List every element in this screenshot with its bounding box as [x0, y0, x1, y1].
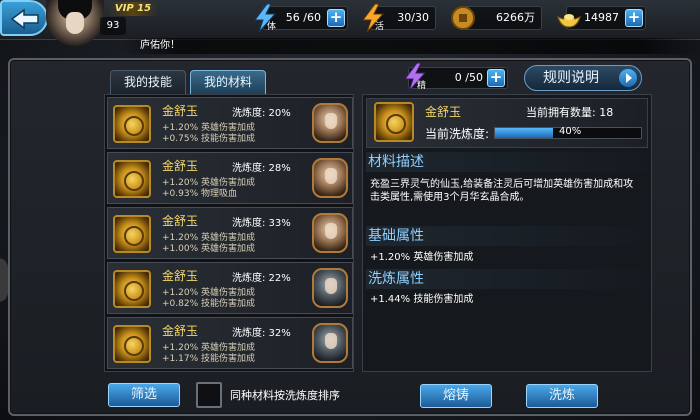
item-refine: 洗炼度: 33%	[232, 218, 291, 229]
item-refine: 洗炼度: 28%	[232, 163, 291, 174]
hero-portrait-icon	[312, 323, 348, 363]
list-item[interactable]: 金舒玉 洗炼度: 32% +1.20% 英雄伤害加成 +1.17% 技能伤害加成	[107, 317, 353, 369]
desc-section-title: 材料描述	[366, 152, 648, 172]
wash-button[interactable]: 洗炼	[526, 384, 598, 408]
item-refine: 洗炼度: 22%	[232, 273, 291, 284]
tab-my-skills[interactable]: 我的技能	[110, 70, 186, 94]
list-item[interactable]: 金舒玉 洗炼度: 20% +1.20% 英雄伤害加成 +0.75% 技能伤害加成	[107, 97, 353, 149]
svg-text:体: 体	[267, 20, 276, 32]
item-attr-2: +1.17% 技能伤害加成	[162, 354, 255, 364]
side-drawer-handle[interactable]	[0, 258, 8, 302]
jade-material-icon	[113, 215, 151, 253]
coin-value: 6266万	[496, 11, 535, 24]
stamina-lightning-icon: 体	[254, 3, 277, 33]
gold-ingot-icon	[557, 14, 581, 28]
coin-icon	[451, 6, 475, 30]
stamina-stat: 体 56 /60 +	[254, 3, 348, 33]
item-attr-2: +1.00% 英雄伤害加成	[162, 244, 255, 254]
refine-lightning-icon: 精	[404, 62, 427, 92]
jade-material-icon	[374, 102, 414, 142]
forge-button[interactable]: 熔铸	[420, 384, 492, 408]
avatar-face	[66, 12, 84, 34]
item-refine: 洗炼度: 32%	[232, 328, 291, 339]
refine-points-add-button[interactable]: +	[487, 69, 505, 87]
item-attr-2: +0.82% 技能伤害加成	[162, 299, 255, 309]
jade-material-icon	[113, 270, 151, 308]
hero-portrait-icon	[312, 268, 348, 308]
hero-portrait-icon	[312, 213, 348, 253]
desc-text: 充盈三界灵气的仙玉,给装备注灵后可增加英雄伤害加成和攻击类属性,需使用3个月华玄…	[370, 179, 634, 203]
hero-portrait-icon	[312, 158, 348, 198]
refine-progress-bar: 40%	[494, 126, 642, 139]
filter-button[interactable]: 筛选	[108, 383, 180, 407]
coin-stat: 6266万	[451, 6, 542, 30]
refine-section-title: 洗炼属性	[366, 269, 648, 289]
svg-text:活: 活	[375, 20, 384, 32]
refine-attr-text: +1.44% 技能伤害加成	[370, 294, 474, 305]
item-name: 金舒玉	[162, 159, 199, 173]
refine-points-stat: 精 0 /50 +	[404, 62, 508, 92]
announcement-marquee: 庐佑你！	[120, 38, 700, 54]
item-attr-2: +0.75% 技能伤害加成	[162, 134, 255, 144]
jade-material-icon	[113, 160, 151, 198]
refine-points-value: 0 /50	[454, 71, 483, 84]
jade-material-icon	[113, 325, 151, 363]
stamina-value: 56 /60	[285, 11, 321, 24]
rules-button[interactable]: 规则说明	[524, 65, 642, 91]
energy-stat: 活 30/30	[362, 3, 436, 33]
item-name: 金舒玉	[162, 214, 199, 228]
rules-button-label: 规则说明	[543, 70, 599, 86]
sort-by-refine-checkbox[interactable]	[196, 382, 222, 408]
detail-count: 当前拥有数量: 18	[526, 106, 614, 119]
energy-value: 30/30	[397, 11, 429, 24]
list-item[interactable]: 金舒玉 洗炼度: 33% +1.20% 英雄伤害加成 +1.00% 英雄伤害加成	[107, 207, 353, 259]
back-arrow-icon	[10, 8, 39, 30]
material-list: 金舒玉 洗炼度: 20% +1.20% 英雄伤害加成 +0.75% 技能伤害加成…	[104, 94, 354, 372]
refine-progress-fill	[495, 128, 553, 138]
refine-progress-text: 40%	[559, 126, 582, 137]
jade-material-icon	[113, 105, 151, 143]
detail-name: 金舒玉	[425, 105, 462, 119]
svg-text:精: 精	[417, 79, 426, 91]
gold-add-button[interactable]: +	[625, 9, 643, 27]
player-level: 93	[100, 17, 126, 35]
base-section-title: 基础属性	[366, 226, 648, 246]
tab-my-materials[interactable]: 我的材料	[190, 70, 266, 94]
back-button[interactable]	[0, 0, 48, 36]
vip-badge: VIP 15	[108, 2, 158, 16]
base-attr-text: +1.20% 英雄伤害加成	[370, 252, 474, 263]
item-refine: 洗炼度: 20%	[232, 108, 291, 119]
sort-by-refine-label: 同种材料按洗炼度排序	[230, 389, 340, 402]
list-item[interactable]: 金舒玉 洗炼度: 22% +1.20% 英雄伤害加成 +0.82% 技能伤害加成	[107, 262, 353, 314]
detail-refine-label: 当前洗炼度:	[425, 127, 490, 141]
hero-portrait-icon	[312, 103, 348, 143]
item-name: 金舒玉	[162, 324, 199, 338]
stamina-add-button[interactable]: +	[327, 9, 345, 27]
gold-stat: 14987 +	[557, 6, 646, 30]
item-attr-2: +0.93% 物理吸血	[162, 189, 237, 199]
item-name: 金舒玉	[162, 104, 199, 118]
list-item[interactable]: 金舒玉 洗炼度: 28% +1.20% 英雄伤害加成 +0.93% 物理吸血	[107, 152, 353, 204]
energy-lightning-icon: 活	[362, 3, 385, 33]
gold-value: 14987	[584, 11, 619, 24]
item-name: 金舒玉	[162, 269, 199, 283]
play-arrow-icon	[619, 69, 637, 87]
